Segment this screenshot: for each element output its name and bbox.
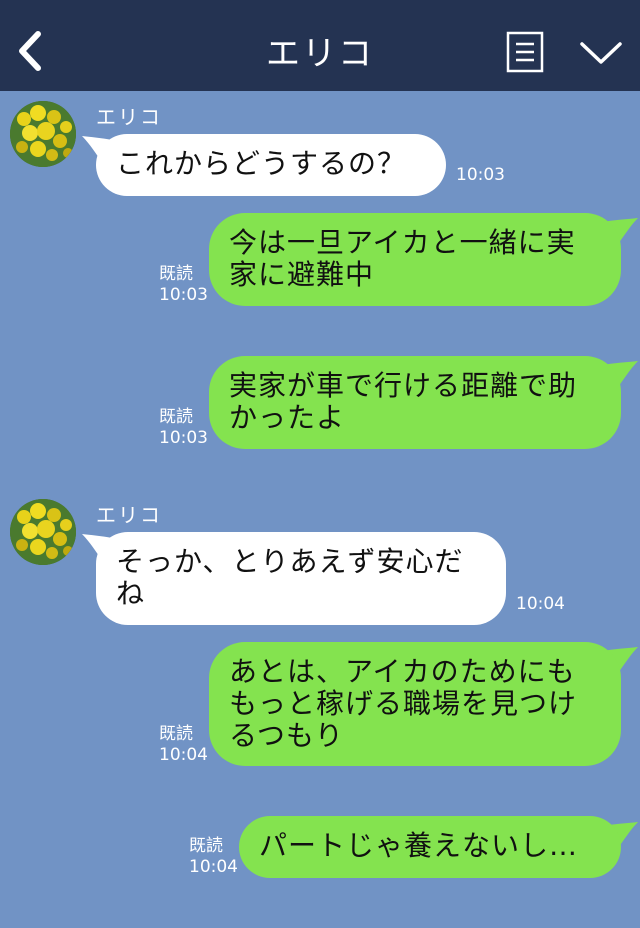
message-bubble-incoming[interactable]: そっか、とりあえず安心だね — [96, 532, 506, 625]
sender-name: エリコ — [96, 503, 162, 527]
contact-avatar[interactable] — [10, 101, 76, 167]
message-meta: 既読 10:04 — [189, 836, 238, 878]
message-bubble-outgoing[interactable]: あとは、アイカのためにももっと稼げる職場を見つけるつもり — [209, 642, 621, 766]
notes-menu-button[interactable] — [506, 31, 544, 73]
message-meta: 既読 10:04 — [159, 724, 208, 766]
collapse-button[interactable] — [578, 38, 624, 68]
message-text: 実家が車で行ける距離で助かったよ — [229, 369, 578, 434]
message-meta: 既読 10:03 — [159, 407, 208, 449]
read-receipt: 既読 — [189, 836, 223, 856]
read-receipt: 既読 — [159, 724, 193, 744]
notes-icon — [506, 31, 544, 73]
chevron-down-icon — [580, 42, 622, 64]
message-time: 10:03 — [456, 165, 505, 185]
message-time: 10:03 — [159, 428, 208, 448]
sender-name: エリコ — [96, 105, 162, 129]
message-bubble-outgoing[interactable]: パートじゃ養えないし… — [239, 816, 621, 878]
message-time: 10:03 — [159, 285, 208, 305]
message-text: あとは、アイカのためにももっと稼げる職場を見つけるつもり — [229, 655, 578, 752]
contact-avatar[interactable] — [10, 499, 76, 565]
message-time: 10:04 — [516, 594, 565, 614]
message-text: これからどうするの？ — [116, 147, 407, 180]
chat-header: エリコ — [0, 0, 640, 91]
message-bubble-outgoing[interactable]: 実家が車で行ける距離で助かったよ — [209, 356, 621, 449]
chat-title: エリコ — [266, 34, 374, 74]
message-meta: 既読 10:03 — [159, 264, 208, 306]
message-time: 10:04 — [159, 745, 208, 765]
mimosa-flower-avatar — [10, 101, 76, 167]
message-bubble-incoming[interactable]: これからどうするの？ — [96, 134, 446, 196]
mimosa-flower-avatar — [10, 499, 76, 565]
read-receipt: 既読 — [159, 264, 193, 284]
message-text: パートじゃ養えないし… — [259, 829, 579, 862]
read-receipt: 既読 — [159, 407, 193, 427]
message-bubble-outgoing[interactable]: 今は一旦アイカと一緒に実家に避難中 — [209, 213, 621, 306]
message-text: そっか、とりあえず安心だね — [116, 545, 464, 610]
message-text: 今は一旦アイカと一緒に実家に避難中 — [229, 226, 576, 291]
message-time: 10:04 — [189, 857, 238, 877]
